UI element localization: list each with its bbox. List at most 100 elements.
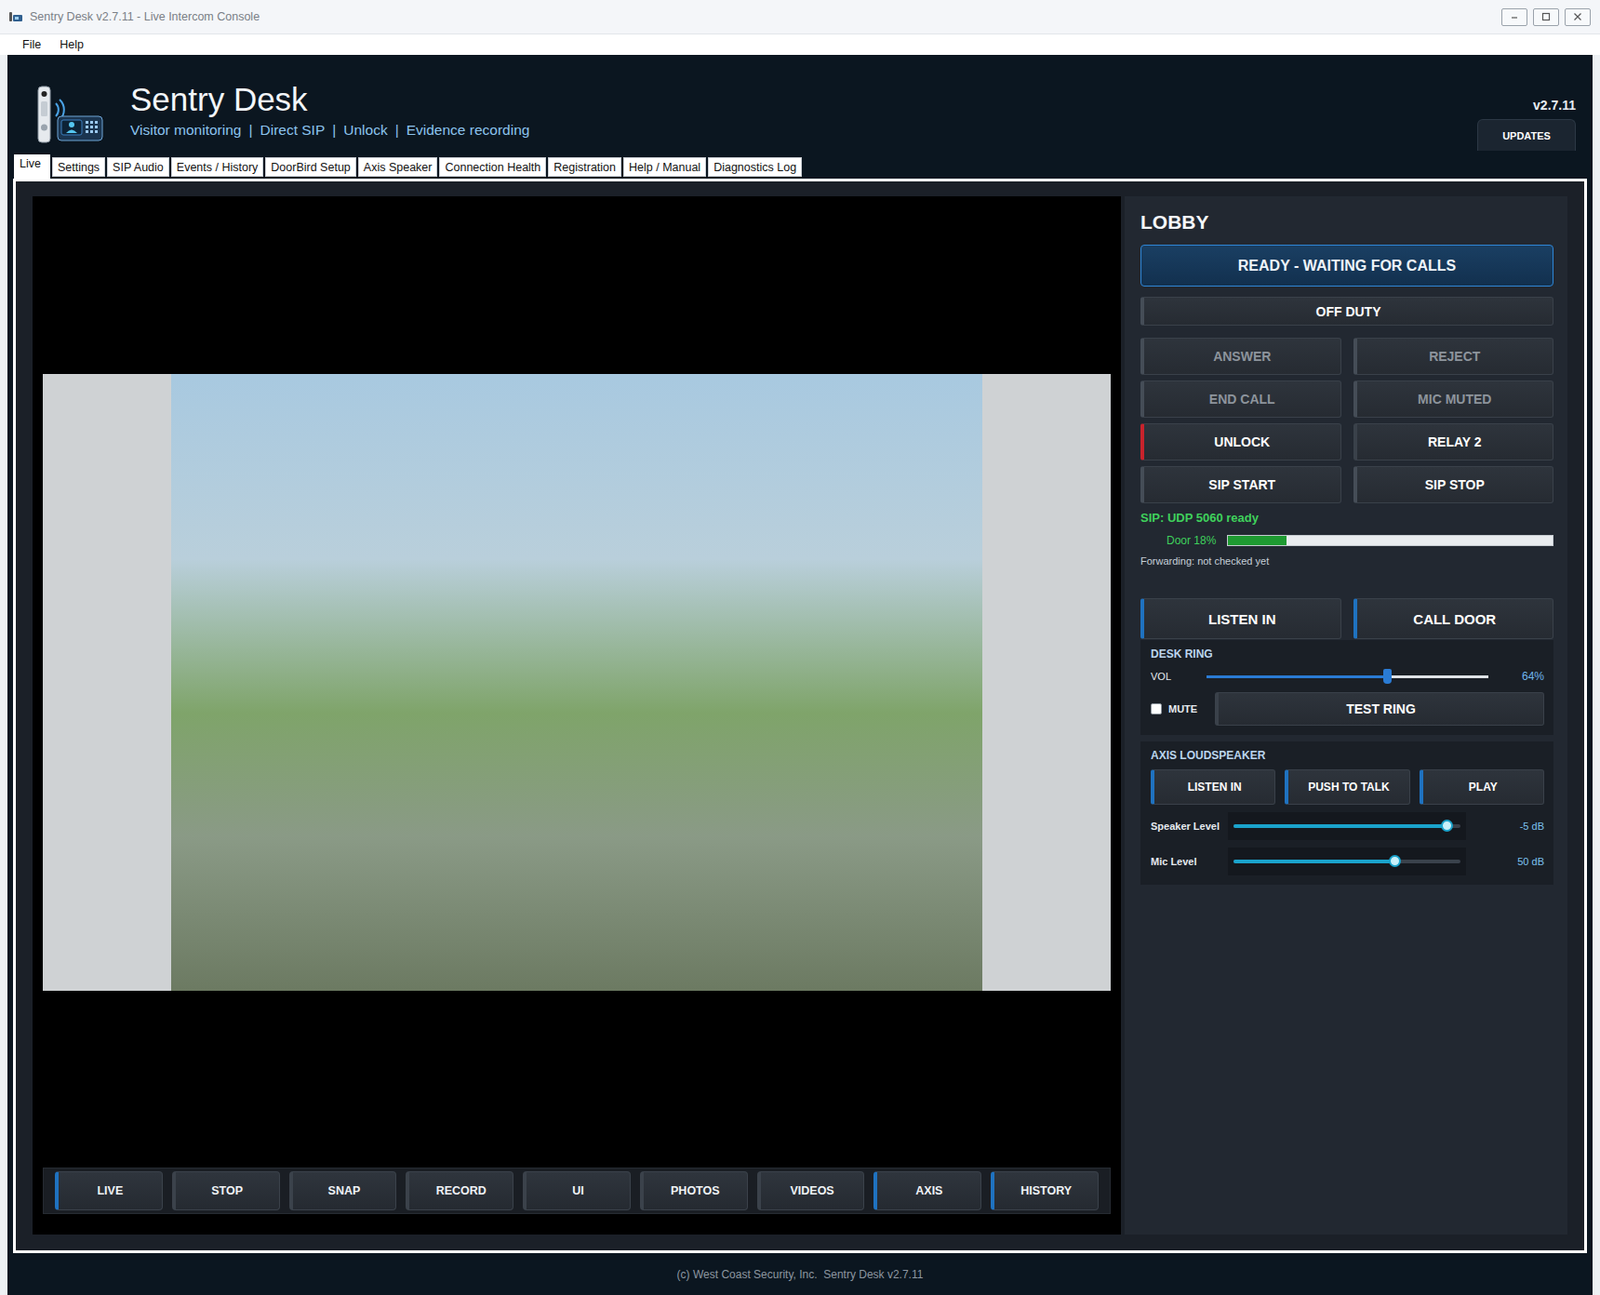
mute-label: MUTE bbox=[1168, 703, 1215, 715]
off-duty-button[interactable]: OFF DUTY bbox=[1140, 296, 1554, 326]
mute-row: MUTETEST RING bbox=[1150, 692, 1545, 726]
section-title: AXIS LOUDSPEAKER bbox=[1150, 748, 1545, 762]
tab[interactable]: SIP Audio bbox=[106, 157, 170, 177]
subtitle-item: Unlock bbox=[343, 121, 387, 139]
axis-slider[interactable] bbox=[1227, 847, 1467, 876]
duty-row: OFF DUTY bbox=[1140, 296, 1554, 326]
control-button[interactable]: REJECT bbox=[1353, 337, 1555, 375]
door-progress bbox=[1226, 534, 1554, 547]
axis-slider-reading: 50 dB bbox=[1466, 855, 1545, 867]
slider-track bbox=[1206, 675, 1489, 679]
subtitle-item: Visitor monitoring bbox=[130, 121, 241, 139]
toolbar-button[interactable]: RECORD bbox=[405, 1171, 514, 1211]
action-button[interactable]: LISTEN IN bbox=[1140, 598, 1342, 640]
control-button[interactable]: RELAY 2 bbox=[1353, 423, 1555, 461]
subtitle-item: Evidence recording bbox=[406, 121, 531, 139]
axis-slider-label: Speaker Level bbox=[1150, 820, 1228, 832]
axis-button[interactable]: PUSH TO TALK bbox=[1284, 769, 1410, 805]
content-panel: LIVESTOPSNAPRECORDUIPHOTOSVIDEOSAXISHIST… bbox=[13, 178, 1587, 1254]
slider-thumb[interactable] bbox=[1388, 854, 1401, 867]
door-progress-fill bbox=[1227, 535, 1287, 546]
video-panel: LIVESTOPSNAPRECORDUIPHOTOSVIDEOSAXISHIST… bbox=[32, 196, 1121, 1235]
axis-slider-reading: -5 dB bbox=[1466, 820, 1545, 832]
tab[interactable]: Help / Manual bbox=[623, 157, 707, 177]
subtitle-separator: | bbox=[248, 121, 253, 139]
location-title: LOBBY bbox=[1140, 210, 1554, 235]
slider-fill bbox=[1206, 675, 1387, 679]
section-title: DESK RING bbox=[1150, 647, 1545, 661]
axis-slider-row: Mic Level 50 dB bbox=[1150, 847, 1545, 876]
toolbar-button[interactable]: STOP bbox=[172, 1171, 280, 1211]
mute-checkbox[interactable] bbox=[1150, 703, 1162, 715]
logo bbox=[35, 54, 105, 154]
door-row: Door 18% bbox=[1140, 533, 1554, 547]
action-button[interactable]: CALL DOOR bbox=[1353, 598, 1555, 640]
tab[interactable]: Diagnostics Log bbox=[707, 157, 802, 177]
headings: Sentry DeskVisitor monitoring|Direct SIP… bbox=[130, 54, 530, 154]
slider-thumb[interactable] bbox=[1383, 668, 1392, 684]
status-button[interactable]: READY - WAITING FOR CALLS bbox=[1140, 244, 1554, 287]
tab[interactable]: Axis Speaker bbox=[358, 157, 439, 177]
toolbar-button[interactable]: HISTORY bbox=[990, 1171, 1099, 1211]
tab[interactable]: Events / History bbox=[171, 157, 265, 177]
tab[interactable]: DoorBird Setup bbox=[265, 157, 356, 177]
door-actions: LISTEN IN CALL DOOR bbox=[1140, 598, 1554, 640]
slider-fill bbox=[1233, 859, 1395, 864]
header: Sentry DeskVisitor monitoring|Direct SIP… bbox=[7, 54, 1593, 154]
toolbar-button[interactable]: VIDEOS bbox=[757, 1171, 866, 1211]
menu-item[interactable]: File bbox=[20, 38, 43, 52]
video-toolbar: LIVESTOPSNAPRECORDUIPHOTOSVIDEOSAXISHIST… bbox=[42, 1167, 1111, 1214]
axis-slider-label: Mic Level bbox=[1150, 855, 1228, 867]
subtitle-separator: | bbox=[395, 121, 400, 139]
axis-button[interactable]: LISTEN IN bbox=[1150, 769, 1276, 805]
control-button[interactable]: ANSWER bbox=[1140, 337, 1342, 375]
volume-row: VOL64% bbox=[1150, 667, 1545, 685]
slider-thumb[interactable] bbox=[1440, 819, 1454, 832]
menu-bar: File Help bbox=[0, 34, 1600, 55]
maximize-icon bbox=[1541, 12, 1551, 22]
subtitle: Visitor monitoring|Direct SIP|Unlock|Evi… bbox=[130, 121, 530, 139]
volume-slider[interactable] bbox=[1206, 667, 1489, 685]
footer: (c) West Coast Security, Inc. Sentry Des… bbox=[7, 1253, 1593, 1295]
tab[interactable]: Registration bbox=[547, 157, 622, 177]
tab[interactable]: Connection Health bbox=[439, 157, 547, 177]
call-controls: ANSWER REJECT END CALL MIC MUTED UNLOCK RELAY… bbox=[1140, 337, 1554, 504]
control-button[interactable]: SIP START bbox=[1140, 466, 1342, 504]
app-icon bbox=[9, 11, 23, 23]
forwarding-status: Forwarding: not checked yet bbox=[1140, 555, 1554, 567]
menu-item[interactable]: Help bbox=[57, 38, 86, 52]
volume-reading: 64% bbox=[1488, 669, 1545, 683]
desk-ring-section: DESK RING VOL64% MUTETEST RING bbox=[1140, 640, 1554, 735]
video-area bbox=[32, 196, 1121, 1168]
close-icon bbox=[1573, 12, 1583, 22]
axis-section: AXIS LOUDSPEAKER LISTEN INPUSH TO TALKPLA… bbox=[1140, 741, 1554, 885]
window-title: Sentry Desk v2.7.11 - Live Intercom Cons… bbox=[29, 10, 1502, 24]
tab-bar: LiveSettingsSIP AudioEvents / HistoryDoo… bbox=[7, 153, 1593, 179]
test-ring-wrap: TEST RING bbox=[1214, 692, 1545, 726]
test-ring-button[interactable]: TEST RING bbox=[1214, 692, 1545, 726]
tab[interactable]: Live bbox=[13, 154, 51, 179]
axis-slider[interactable] bbox=[1227, 812, 1467, 840]
slider-fill bbox=[1233, 824, 1447, 828]
maximize-button[interactable] bbox=[1533, 8, 1560, 27]
toolbar-button[interactable]: LIVE bbox=[54, 1171, 163, 1211]
toolbar-button[interactable]: UI bbox=[522, 1171, 631, 1211]
control-button[interactable]: MIC MUTED bbox=[1353, 380, 1555, 418]
slider-track bbox=[1233, 824, 1461, 828]
control-button[interactable]: UNLOCK bbox=[1140, 423, 1342, 461]
control-button[interactable]: END CALL bbox=[1140, 380, 1342, 418]
minimize-button[interactable] bbox=[1501, 8, 1528, 27]
toolbar-button[interactable]: SNAP bbox=[289, 1171, 398, 1211]
axis-button[interactable]: PLAY bbox=[1419, 769, 1545, 805]
subtitle-separator: | bbox=[332, 121, 336, 139]
toolbar-button[interactable]: PHOTOS bbox=[640, 1171, 748, 1211]
app-body: Sentry DeskVisitor monitoring|Direct SIP… bbox=[7, 54, 1593, 1295]
tab[interactable]: Settings bbox=[52, 157, 106, 177]
toolbar-button[interactable]: AXIS bbox=[873, 1171, 982, 1211]
door-label: Door 18% bbox=[1166, 533, 1216, 547]
control-button[interactable]: SIP STOP bbox=[1353, 466, 1555, 504]
slider-track bbox=[1233, 859, 1461, 864]
close-button[interactable] bbox=[1564, 8, 1591, 27]
updates-button[interactable]: UPDATES bbox=[1477, 119, 1576, 151]
window-controls bbox=[1501, 8, 1591, 27]
